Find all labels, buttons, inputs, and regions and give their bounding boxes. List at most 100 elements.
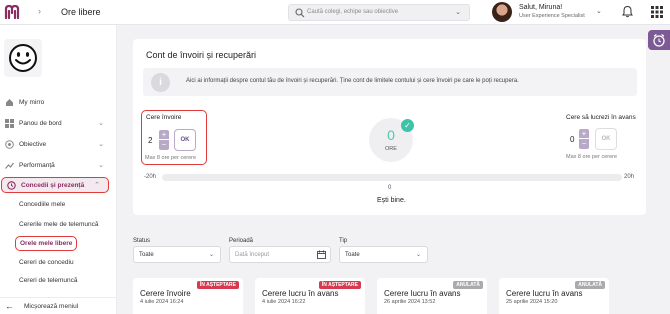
leave-hours-stepper[interactable]: + − xyxy=(159,130,169,150)
sidebar-item-label: Obiective xyxy=(19,141,47,148)
apps-grid-icon[interactable] xyxy=(651,6,663,18)
alarm-clock-button[interactable] xyxy=(648,30,670,50)
info-text: Aici ai informații despre contul tău de … xyxy=(186,78,519,84)
search-icon xyxy=(295,8,305,18)
request-date: 4 iulie 2024 16:24 xyxy=(140,299,184,305)
clock-icon xyxy=(7,181,16,190)
work-request-ok-button[interactable]: OK xyxy=(595,128,617,150)
sidebar-subitem-telework-requests[interactable]: Cereri de telemuncă xyxy=(19,277,78,284)
minus-icon[interactable]: − xyxy=(159,140,169,150)
company-logo-smiley-icon xyxy=(4,39,42,77)
sidebar-subitem-leave-requests[interactable]: Cereri de concediu xyxy=(19,259,74,266)
user-greeting: Salut, Miruna! xyxy=(519,4,563,11)
collapse-menu-button[interactable]: ← Micșorează meniul xyxy=(0,297,117,314)
sidebar-item-performance[interactable]: Performanță ⌄ xyxy=(0,158,112,174)
period-filter-label: Perioadă xyxy=(229,238,254,244)
sidebar-item-label: Performanță xyxy=(19,162,55,169)
request-title: Cerere învoire xyxy=(140,289,191,298)
range-max-label: 20h xyxy=(624,174,635,180)
request-date: 26 aprilie 2024 13:52 xyxy=(384,299,436,305)
status-message: Ești bine. xyxy=(377,197,406,204)
request-title: Cerere lucru în avans xyxy=(506,289,583,298)
chevron-down-icon: ⌄ xyxy=(98,120,104,127)
sidebar-subitem-my-leaves[interactable]: Concediile mele xyxy=(19,201,65,208)
info-banner: i Aici ai informații despre contul tău d… xyxy=(143,68,637,96)
alarm-clock-icon xyxy=(653,34,665,47)
check-icon: ✓ xyxy=(401,119,414,132)
leave-request-ok-button[interactable]: OK xyxy=(174,129,196,151)
top-bar: › Ore libere Caută colegi, echipe sau ob… xyxy=(0,0,670,25)
work-request-label: Cere să lucrezi în avans xyxy=(566,114,636,121)
status-badge: ÎN AȘTEPTARE xyxy=(196,281,239,289)
arrow-left-icon: ← xyxy=(5,301,14,311)
status-filter-label: Status xyxy=(133,238,151,244)
sidebar: My mirro Panou de bord ⌄ Obiective ⌄ Per… xyxy=(0,25,117,314)
sidebar-item-label: Concedii și prezență xyxy=(21,182,85,189)
page-title: Ore libere xyxy=(61,7,101,17)
bell-icon[interactable] xyxy=(622,5,633,18)
request-card[interactable]: ANULATĂ Cerere lucru în avans 26 aprilie… xyxy=(377,278,487,314)
chevron-down-icon[interactable]: ⌄ xyxy=(455,8,461,16)
range-min-label: -20h xyxy=(144,174,157,180)
sidebar-item-my-mirro[interactable]: My mirro xyxy=(0,95,112,111)
search-placeholder: Caută colegi, echipe sau obiective xyxy=(307,9,399,15)
balance-range-track xyxy=(162,174,622,181)
request-card[interactable]: ÎN AȘTEPTARE Cerere învoire 4 iulie 2024… xyxy=(133,278,243,314)
minus-icon[interactable]: − xyxy=(579,139,589,149)
leave-request-hint: Max 8 ore per cerere xyxy=(145,155,197,161)
request-title: Cerere lucru în avans xyxy=(262,289,339,298)
leave-request-panel: Cere învoire 2 + − OK Max 8 ore per cere… xyxy=(141,110,207,165)
card-title: Cont de învoiri și recuperări xyxy=(146,50,257,60)
chevron-right-icon: › xyxy=(38,6,41,16)
status-filter-value: Toate xyxy=(139,252,154,258)
plus-icon[interactable]: + xyxy=(159,130,169,140)
request-date: 4 iulie 2024 16:22 xyxy=(262,299,306,305)
sidebar-subitem-my-free-hours[interactable]: Orele mele libere xyxy=(15,236,78,251)
status-badge: ÎN AȘTEPTARE xyxy=(318,281,361,289)
status-filter-select[interactable]: Toate ⌄ xyxy=(133,246,221,263)
logo-icon[interactable] xyxy=(4,5,22,19)
period-start-date-input[interactable]: Dată început xyxy=(229,246,331,263)
chevron-down-icon: ⌄ xyxy=(98,162,104,169)
info-icon: i xyxy=(151,73,170,92)
dashboard-icon xyxy=(5,119,14,128)
work-hours-value[interactable]: 0 xyxy=(570,135,574,144)
request-title: Cerere lucru în avans xyxy=(384,289,461,298)
balance-unit: ORE xyxy=(385,146,397,152)
sidebar-subitem-my-telework-requests[interactable]: Cererile mele de telemuncă xyxy=(19,221,98,228)
sidebar-item-label: My mirro xyxy=(19,99,45,106)
hours-account-card: Cont de învoiri și recuperări i Aici ai … xyxy=(133,39,646,215)
sidebar-item-leave-and-attendance[interactable]: Concedii și prezență ⌃ xyxy=(1,177,109,193)
collapse-menu-label: Micșorează meniul xyxy=(24,303,79,310)
request-card[interactable]: ANULATĂ Cerere lucru în avans 25 aprilie… xyxy=(499,278,609,314)
sidebar-item-label: Panou de bord xyxy=(19,120,62,127)
type-filter-label: Tip xyxy=(339,238,348,244)
leave-hours-value[interactable]: 2 xyxy=(148,136,152,145)
user-role: User Experience Specialist xyxy=(519,13,585,19)
sidebar-item-objectives[interactable]: Obiective ⌄ xyxy=(0,137,112,153)
home-icon xyxy=(6,99,13,106)
work-request-hint: Max 8 ore per cerere xyxy=(566,154,618,160)
chevron-down-icon: ⌄ xyxy=(415,252,421,258)
search-input[interactable]: Caută colegi, echipe sau obiective ⌄ xyxy=(288,4,470,21)
chevron-down-icon: ⌄ xyxy=(208,252,214,258)
request-date: 25 aprilie 2024 15:20 xyxy=(506,299,558,305)
chevron-down-icon: ⌄ xyxy=(98,141,104,148)
calendar-icon[interactable] xyxy=(317,250,326,259)
avatar[interactable] xyxy=(492,2,512,22)
status-badge: ANULATĂ xyxy=(575,281,605,289)
period-start-placeholder: Dată început xyxy=(235,252,270,258)
target-icon xyxy=(5,140,14,149)
type-filter-value: Toate xyxy=(345,252,360,258)
plus-icon[interactable]: + xyxy=(579,129,589,139)
chevron-up-icon: ⌃ xyxy=(94,182,100,189)
user-menu-chevron-icon[interactable]: ⌄ xyxy=(596,7,602,15)
leave-request-label: Cere învoire xyxy=(146,114,182,121)
sidebar-item-dashboard[interactable]: Panou de bord ⌄ xyxy=(0,116,112,132)
type-filter-select[interactable]: Toate ⌄ xyxy=(339,246,428,263)
range-zero-label: 0 xyxy=(388,185,392,191)
trend-icon xyxy=(5,162,14,169)
status-badge: ANULATĂ xyxy=(453,281,483,289)
work-hours-stepper[interactable]: + − xyxy=(579,129,589,149)
request-card[interactable]: ÎN AȘTEPTARE Cerere lucru în avans 4 iul… xyxy=(255,278,365,314)
